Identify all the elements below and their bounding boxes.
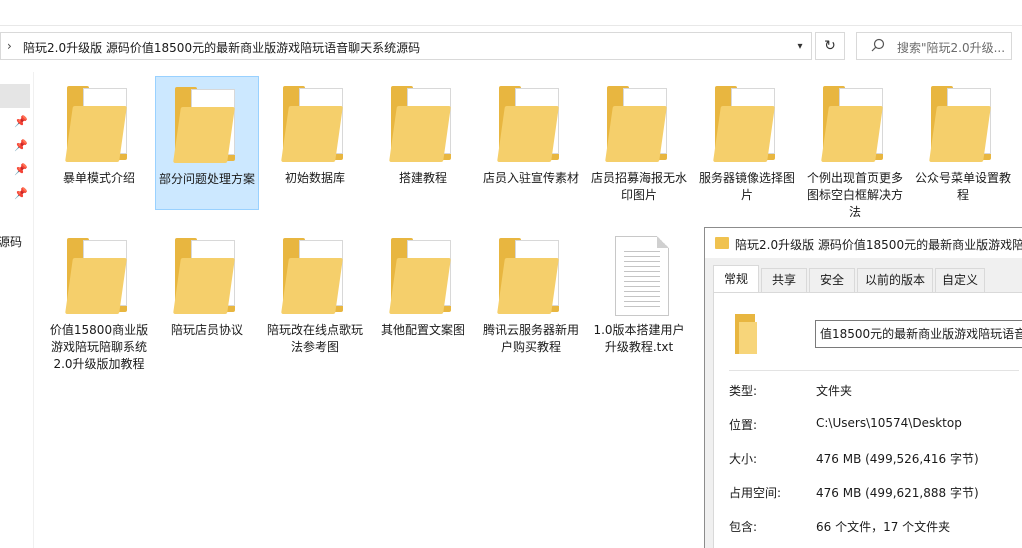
item-label: 初始数据库 [284,171,345,185]
search-icon [871,38,885,52]
nav-selected-item[interactable] [0,84,30,108]
folder-item[interactable]: 公众号菜单设置教程 [911,76,1015,204]
item-label: 服务器镜像选择图片 [698,171,795,202]
size-label: 大小: [729,452,758,466]
folder-icon [819,84,891,168]
search-placeholder: 搜索"陪玩2.0升级... [897,41,1006,55]
item-label: 腾讯云服务器新用户购买教程 [482,323,579,354]
address-path[interactable]: 陪玩2.0升级版 源码价值18500元的最新商业版游戏陪玩语音聊天系统源码 [23,39,420,56]
item-label: 搭建教程 [398,171,447,185]
breadcrumb-chevron-icon[interactable]: › [7,39,12,53]
folder-name-field[interactable]: 值18500元的最新商业版游戏陪玩语音 [815,320,1022,348]
item-label: 价值15800商业版游戏陪玩陪聊系统2.0升级版加教程 [49,323,149,371]
folder-icon [171,236,243,320]
folder-icon [279,236,351,320]
type-label: 类型: [729,384,758,398]
pin-icon: 📌 [14,187,28,200]
pin-icon: 📌 [14,139,28,152]
item-label: 陪玩店员协议 [170,323,243,337]
address-dropdown-icon[interactable]: ▾ [791,38,809,56]
size-value: 476 MB (499,526,416 字节) [816,452,979,466]
folder-item[interactable]: 店员入驻宣传素材 [479,76,583,187]
pin-icon: 📌 [14,163,28,176]
navigation-pane: 📌 📌 📌 📌 源码 [0,72,34,548]
folder-icon [495,236,567,320]
properties-dialog: 陪玩2.0升级版 源码价值18500元的最新商业版游戏陪玩语 常规 共享 安全 … [704,227,1022,548]
folder-icon [735,314,757,354]
folder-icon [387,236,459,320]
item-label: 其他配置文案图 [380,323,465,337]
folder-item[interactable]: 暴单模式介绍 [47,76,151,187]
folder-icon [927,84,999,168]
address-bar-row: › 陪玩2.0升级版 源码价值18500元的最新商业版游戏陪玩语音聊天系统源码 … [0,32,1022,62]
folder-icon [63,236,135,320]
folder-item[interactable]: 搭建教程 [371,76,475,187]
type-value: 文件夹 [816,384,853,398]
item-label: 店员入驻宣传素材 [482,171,579,185]
tab-general[interactable]: 常规 [713,265,759,293]
folder-item[interactable]: 价值15800商业版游戏陪玩陪聊系统2.0升级版加教程 [47,228,151,373]
window-top-strip [0,0,1022,26]
tab-sharing[interactable]: 共享 [761,268,807,292]
folder-icon [387,84,459,168]
contains-label: 包含: [729,520,758,534]
folder-item[interactable]: 陪玩店员协议 [155,228,259,339]
folder-item[interactable]: 店员招募海报无水印图片 [587,76,691,204]
search-input[interactable]: 搜索"陪玩2.0升级... [856,32,1012,60]
file-item[interactable]: 1.0版本搭建用户升级教程.txt [587,228,691,356]
dialog-title: 陪玩2.0升级版 源码价值18500元的最新商业版游戏陪玩语 [735,238,1022,252]
folder-icon [711,84,783,168]
folder-icon [495,84,567,168]
folder-item[interactable]: 初始数据库 [263,76,367,187]
item-label: 部分问题处理方案 [158,172,255,186]
address-bar[interactable]: › 陪玩2.0升级版 源码价值18500元的最新商业版游戏陪玩语音聊天系统源码 … [0,32,812,60]
location-label: 位置: [729,418,758,432]
nav-item-label[interactable]: 源码 [0,233,22,250]
refresh-icon[interactable]: ↻ [815,32,845,60]
contains-value: 66 个文件，17 个文件夹 [816,520,951,534]
tab-security[interactable]: 安全 [809,268,855,292]
folder-item[interactable]: 服务器镜像选择图片 [695,76,799,204]
tab-customize[interactable]: 自定义 [935,268,985,292]
divider [729,370,1019,371]
text-file-icon [603,236,675,320]
folder-item[interactable]: 部分问题处理方案 [155,76,259,210]
item-label: 1.0版本搭建用户升级教程.txt [593,323,685,354]
folder-icon [715,237,729,249]
folder-icon [171,85,243,169]
folder-icon [279,84,351,168]
item-label: 公众号菜单设置教程 [914,171,1011,202]
item-label: 店员招募海报无水印图片 [590,171,687,202]
folder-icon [603,84,675,168]
pin-icon: 📌 [14,115,28,128]
folder-item[interactable]: 腾讯云服务器新用户购买教程 [479,228,583,356]
location-value: C:\Users\10574\Desktop [816,416,962,430]
folder-item[interactable]: 个例出现首页更多图标空白框解决方法 [803,76,907,221]
tab-previous-versions[interactable]: 以前的版本 [857,268,933,292]
size-on-disk-label: 占用空间: [729,486,782,500]
dialog-title-bar: 陪玩2.0升级版 源码价值18500元的最新商业版游戏陪玩语 [705,228,1022,258]
item-label: 个例出现首页更多图标空白框解决方法 [806,171,903,219]
folder-item[interactable]: 陪玩改在线点歌玩法参考图 [263,228,367,356]
item-label: 陪玩改在线点歌玩法参考图 [266,323,363,354]
item-label: 暴单模式介绍 [62,171,135,185]
size-on-disk-value: 476 MB (499,621,888 字节) [816,486,979,500]
folder-item[interactable]: 其他配置文案图 [371,228,475,339]
folder-icon [63,84,135,168]
